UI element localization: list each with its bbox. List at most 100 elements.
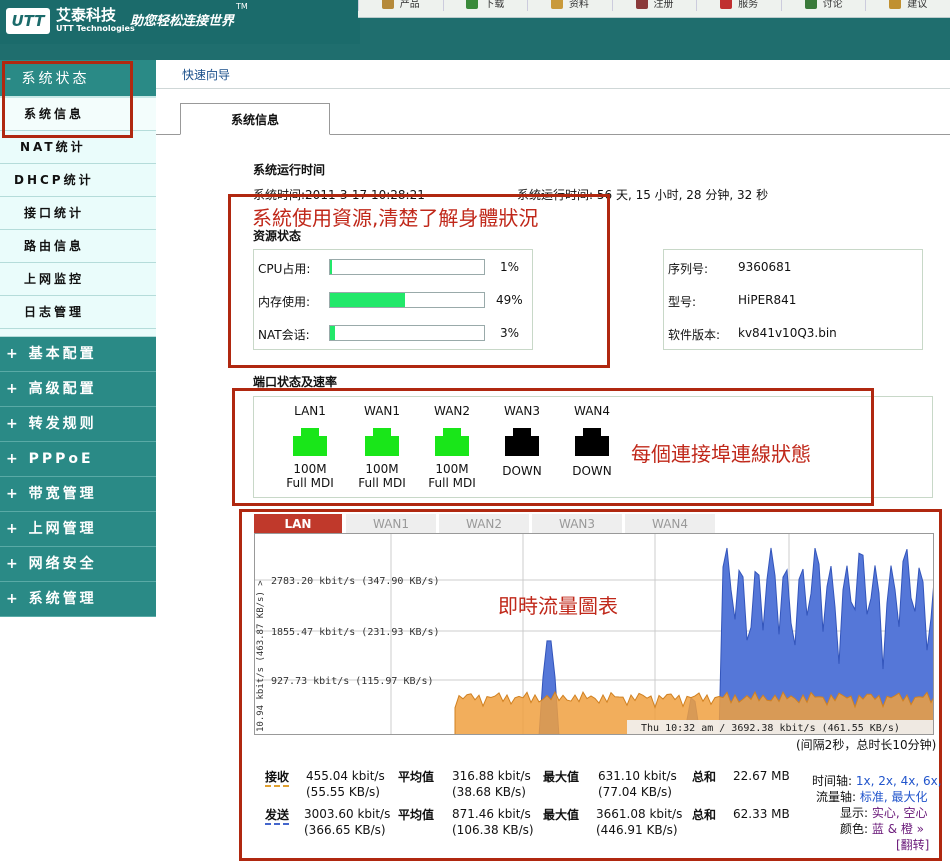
rx-avg-kbit: 316.88 kbit/s (452, 769, 531, 783)
edit-icon (635, 0, 648, 9)
timeaxis-options[interactable]: 1x, 2x, 4x, 6x, (856, 774, 942, 788)
tx-max-kb: (446.91 KB/s) (596, 823, 678, 837)
sidebar-item-interface-stats[interactable]: 接口统计 (0, 197, 156, 230)
rx-avg-kb: (38.68 KB/s) (452, 785, 526, 799)
chart-interval: (间隔2秒，总时长10分钟) (796, 738, 937, 752)
rx-max-kbit: 631.10 kbit/s (598, 769, 677, 783)
nav-item-5[interactable]: 讨论 (780, 0, 866, 11)
brand-name: 艾泰科技 (56, 6, 117, 24)
display-control: 显示: 实心, 空心 (840, 804, 928, 821)
sidebar-group-pppoe[interactable]: + PPPoE (0, 442, 156, 477)
nav-item-label: 资料 (568, 0, 589, 10)
nav-item-label: 服务 (738, 0, 759, 10)
sidebar-group-forward-rules[interactable]: + 转发规则 (0, 407, 156, 442)
serial-label: 序列号: (668, 262, 709, 276)
color-control: 颜色: 蓝 & 橙 » (840, 820, 924, 837)
rx-avg-label: 平均值 (398, 770, 435, 784)
flowaxis-control: 流量轴: 标准, 最大化 (816, 788, 928, 805)
header: UTT 艾泰科技 UTT Technologies 助您轻松连接世界 TM 产品… (0, 0, 950, 60)
tx-kbit: 3003.60 kbit/s (304, 807, 391, 821)
annotation-ports: 每個連接埠連線狀態 (631, 442, 811, 466)
download-icon (466, 0, 479, 9)
nav-item-4[interactable]: 服务 (696, 0, 781, 11)
nav-item-label: 下载 (484, 0, 505, 10)
sidebar-divider (0, 329, 156, 337)
uptime-title: 系统运行时间 (253, 163, 326, 177)
timeaxis-control: 时间轴: 1x, 2x, 4x, 6x, (812, 772, 942, 789)
tx-max-value: 3661.08 kbit/s (446.91 KB/s) (596, 806, 682, 838)
annotation-box-sidebar (2, 61, 133, 138)
logo-area: UTT 艾泰科技 UTT Technologies 助您轻松连接世界 TM (0, 0, 360, 44)
tx-avg-kbit: 871.46 kbit/s (452, 807, 531, 821)
sidebar-item-dhcp-stats[interactable]: DHCP统计 (0, 164, 156, 197)
sidebar-item-log-management[interactable]: 日志管理 (0, 296, 156, 329)
rx-label: 接收 (265, 768, 290, 787)
rx-kb: (55.55 KB/s) (306, 785, 380, 799)
sidebar-group-system-management[interactable]: + 系统管理 (0, 582, 156, 617)
breadcrumb-quick-wizard[interactable]: 快速向导 (182, 66, 230, 83)
tx-total-label: 总和 (692, 808, 717, 822)
rx-value: 455.04 kbit/s (55.55 KB/s) (306, 768, 385, 800)
flowaxis-options[interactable]: 标准, 最大化 (860, 790, 928, 804)
firmware-label: 软件版本: (668, 328, 721, 342)
serial-value: 9360681 (738, 260, 792, 274)
rx-max-kb: (77.04 KB/s) (598, 785, 672, 799)
mail-icon (720, 0, 733, 9)
sidebar-group-internet-management[interactable]: + 上网管理 (0, 512, 156, 547)
sidebar-group-advanced-config[interactable]: + 高级配置 (0, 372, 156, 407)
rx-kbit: 455.04 kbit/s (306, 769, 385, 783)
tx-label: 发送 (265, 806, 290, 825)
tx-kb: (366.65 KB/s) (304, 823, 386, 837)
flip-link[interactable]: [翻转] (896, 836, 929, 853)
nav-item-2[interactable]: 资料 (527, 0, 612, 11)
device-info-box: 序列号: 9360681 型号: HiPER841 软件版本: kv841v10… (663, 249, 923, 350)
model-value: HiPER841 (738, 293, 797, 307)
color-options[interactable]: 蓝 & 橙 » (872, 822, 924, 836)
sidebar-item-online-monitor[interactable]: 上网监控 (0, 263, 156, 296)
flowaxis-label: 流量轴: (816, 790, 857, 804)
display-label: 显示: (840, 806, 869, 820)
rx-avg-value: 316.88 kbit/s (38.68 KB/s) (452, 768, 531, 800)
color-label: 颜色: (840, 822, 869, 836)
lightbulb-icon (889, 0, 902, 9)
nav-item-0[interactable]: 产品 (358, 0, 443, 11)
sidebar-group-network-security[interactable]: + 网络安全 (0, 547, 156, 582)
rx-total-value: 22.67 MB (733, 769, 790, 783)
nav-item-label: 建议 (907, 0, 928, 10)
nav-item-6[interactable]: 建议 (865, 0, 950, 11)
top-nav: 产品 下载 资料 注册 服务 讨论 建议 (358, 0, 950, 18)
box-icon (381, 0, 394, 9)
tx-avg-label: 平均值 (398, 808, 435, 822)
trademark: TM (236, 2, 248, 11)
book-icon (550, 0, 563, 9)
rx-max-label: 最大值 (543, 770, 580, 784)
nav-item-label: 产品 (399, 0, 420, 10)
nav-item-3[interactable]: 注册 (611, 0, 697, 11)
tab-system-info[interactable]: 系统信息 (180, 103, 330, 135)
slogan: 助您轻松连接世界 (130, 14, 235, 29)
annotation-resource: 系統使用資源,清楚了解身體狀況 (252, 206, 539, 230)
tx-total-value: 62.33 MB (733, 807, 790, 821)
divider (156, 88, 950, 89)
tx-value: 3003.60 kbit/s (366.65 KB/s) (304, 806, 390, 838)
sidebar-group-bandwidth[interactable]: + 带宽管理 (0, 477, 156, 512)
rx-max-value: 631.10 kbit/s (77.04 KB/s) (598, 768, 677, 800)
tx-max-kbit: 3661.08 kbit/s (596, 807, 683, 821)
timeaxis-label: 时间轴: (812, 774, 853, 788)
chat-icon (804, 0, 817, 9)
tx-avg-value: 871.46 kbit/s (106.38 KB/s) (452, 806, 534, 838)
nav-item-label: 讨论 (822, 0, 843, 10)
model-label: 型号: (668, 295, 697, 309)
sidebar-item-route-info[interactable]: 路由信息 (0, 230, 156, 263)
annotation-chart: 即時流量圖表 (498, 594, 618, 618)
sidebar-group-basic-config[interactable]: + 基本配置 (0, 337, 156, 372)
nav-item-1[interactable]: 下载 (442, 0, 528, 11)
brand-english: UTT Technologies (56, 24, 135, 33)
tx-avg-kb: (106.38 KB/s) (452, 823, 534, 837)
firmware-value: kv841v10Q3.bin (738, 326, 837, 340)
sidebar: - 系统状态 系统信息 NAT统计 DHCP统计 接口统计 路由信息 上网监控 … (0, 60, 156, 622)
nav-item-label: 注册 (653, 0, 674, 10)
tx-max-label: 最大值 (543, 808, 580, 822)
logo-icon[interactable]: UTT (6, 8, 50, 34)
display-options[interactable]: 实心, 空心 (872, 806, 928, 820)
